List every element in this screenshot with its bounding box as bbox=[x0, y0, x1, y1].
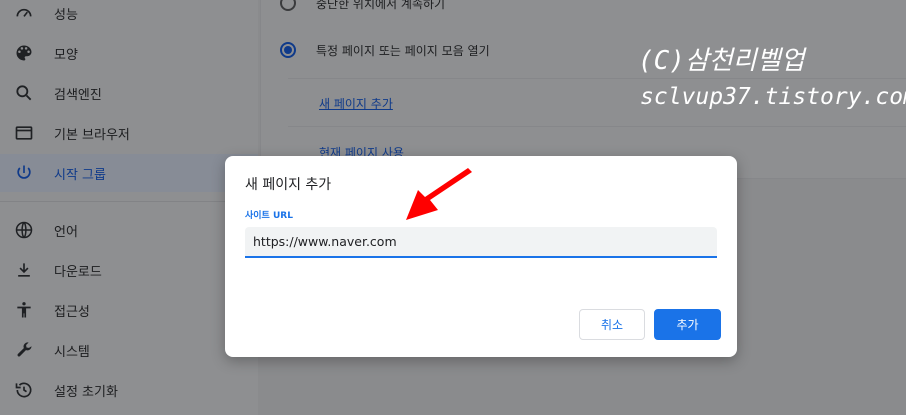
row-divider bbox=[288, 126, 906, 127]
restore-icon bbox=[14, 380, 34, 400]
power-icon bbox=[14, 163, 34, 183]
sidebar-item-languages[interactable]: 언어 bbox=[0, 211, 258, 249]
sidebar-item-accessibility[interactable]: 접근성 bbox=[0, 291, 258, 329]
option-continue-label: 중단한 위치에서 계속하기 bbox=[316, 0, 446, 11]
dialog-title: 새 페이지 추가 bbox=[245, 177, 332, 193]
sidebar-item-label: 모양 bbox=[54, 47, 78, 63]
sidebar-item-downloads[interactable]: 다운로드 bbox=[0, 251, 258, 289]
browser-window-icon bbox=[14, 123, 34, 143]
performance-gauge-icon bbox=[14, 3, 34, 23]
search-icon bbox=[14, 83, 34, 103]
site-url-input[interactable] bbox=[253, 227, 709, 256]
option-specific-pages-label: 특정 페이지 또는 페이지 모음 열기 bbox=[316, 44, 490, 58]
annotation-arrow-icon bbox=[406, 168, 472, 220]
accessibility-icon bbox=[14, 300, 34, 320]
sidebar-item-reset-settings[interactable]: 설정 초기화 bbox=[0, 371, 258, 409]
watermark-line2: sclvup37.tistory.com bbox=[640, 84, 906, 110]
sidebar-item-label: 설정 초기화 bbox=[54, 384, 118, 400]
sidebar-item-default-browser[interactable]: 기본 브라우저 bbox=[0, 114, 258, 152]
settings-sidebar: 성능 모양 검색엔진 기본 브라우저 시작 그룹 언어 다운로드 접근성 시스템… bbox=[0, 0, 258, 415]
sidebar-item-label: 다운로드 bbox=[54, 264, 102, 280]
row-divider bbox=[288, 78, 906, 79]
download-icon bbox=[14, 260, 34, 280]
site-url-field bbox=[245, 227, 717, 258]
sidebar-item-performance[interactable]: 성능 bbox=[0, 0, 258, 32]
sidebar-item-label: 성능 bbox=[54, 7, 78, 23]
sidebar-item-system[interactable]: 시스템 bbox=[0, 331, 258, 369]
globe-icon bbox=[14, 220, 34, 240]
sidebar-divider bbox=[0, 201, 258, 202]
sidebar-item-label: 시스템 bbox=[54, 344, 90, 360]
palette-icon bbox=[14, 43, 34, 63]
sidebar-item-appearance[interactable]: 모양 bbox=[0, 34, 258, 72]
add-new-page-link[interactable]: 새 페이지 추가 bbox=[319, 95, 393, 112]
sidebar-item-label: 접근성 bbox=[54, 304, 90, 320]
sidebar-item-label: 시작 그룹 bbox=[54, 167, 106, 183]
radio-specific-pages[interactable] bbox=[280, 42, 296, 58]
add-button[interactable]: 추가 bbox=[654, 309, 721, 340]
site-url-label: 사이트 URL bbox=[245, 211, 293, 221]
sidebar-item-label: 검색엔진 bbox=[54, 87, 102, 103]
wrench-icon bbox=[14, 340, 34, 360]
add-page-dialog: 새 페이지 추가 사이트 URL 취소 추가 bbox=[225, 156, 737, 357]
watermark-line1: (C)삼천리벨업 bbox=[638, 46, 805, 76]
cancel-button[interactable]: 취소 bbox=[579, 309, 645, 340]
sidebar-item-search-engine[interactable]: 검색엔진 bbox=[0, 74, 258, 112]
sidebar-item-on-startup[interactable]: 시작 그룹 bbox=[0, 154, 258, 192]
sidebar-item-label: 기본 브라우저 bbox=[54, 127, 130, 143]
sidebar-item-label: 언어 bbox=[54, 224, 78, 240]
